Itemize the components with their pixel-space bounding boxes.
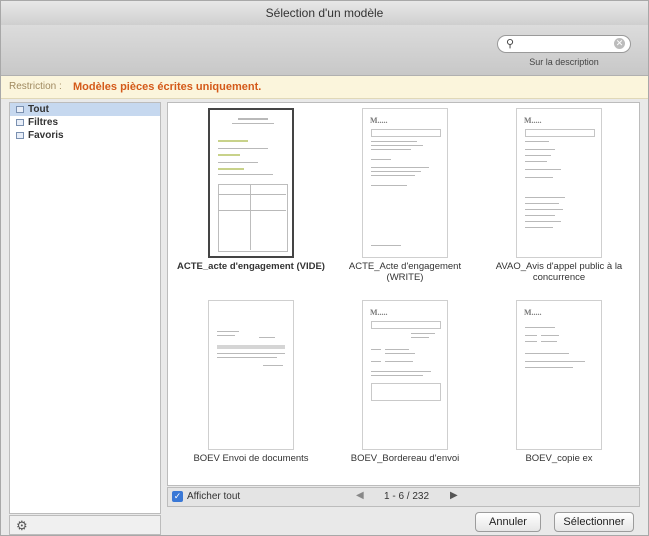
template-label: AVAO_Avis d'appel public à la concurrenc… — [495, 261, 623, 283]
previous-page-icon[interactable]: ◀ — [356, 490, 364, 501]
sidebar-actions: ⚙ — [9, 515, 161, 535]
template-tile[interactable]: M..... BOEV_Bordereau d'envoi — [330, 295, 480, 485]
template-thumbnail[interactable]: M..... — [516, 300, 602, 450]
template-thumbnail[interactable] — [208, 300, 294, 450]
sidebar-item-label: Filtres — [28, 117, 59, 128]
sidebar-item-filtres[interactable]: Filtres — [10, 116, 160, 129]
template-grid: ACTE_acte d'engagement (VIDE) M..... ACT… — [167, 102, 640, 486]
clear-search-icon[interactable]: ✕ — [614, 38, 625, 49]
restriction-label: Restriction : — [9, 81, 62, 92]
search-field[interactable]: ⚲ ✕ — [497, 35, 631, 53]
grid-footer: ✓ Afficher tout ◀ 1 - 6 / 232 ▶ — [167, 487, 640, 507]
next-page-icon[interactable]: ▶ — [450, 490, 458, 501]
template-thumbnail[interactable]: M..... — [362, 300, 448, 450]
search-icon: ⚲ — [506, 38, 515, 50]
window-title: Sélection d'un modèle — [1, 1, 648, 26]
template-tile[interactable]: ACTE_acte d'engagement (VIDE) — [176, 103, 326, 293]
template-tile[interactable]: M..... AVAO_Avis d'appel public à la con… — [484, 103, 634, 293]
template-tile[interactable]: M..... BOEV_copie ex — [484, 295, 634, 485]
sidebar-item-favoris[interactable]: Favoris — [10, 129, 160, 142]
sidebar-item-tout[interactable]: Tout — [10, 103, 160, 116]
search-scope-label: Sur la description — [529, 57, 599, 67]
template-tile[interactable]: BOEV Envoi de documents — [176, 295, 326, 485]
template-label: ACTE_Acte d'engagement (WRITE) — [348, 261, 462, 283]
pagination-text: 1 - 6 / 232 — [384, 491, 430, 502]
toolbar: ⚲ ✕ Sur la description — [1, 25, 648, 76]
template-label: BOEV Envoi de documents — [193, 453, 309, 464]
folder-icon — [16, 119, 24, 126]
sidebar-item-label: Favoris — [28, 130, 64, 141]
template-label: BOEV_Bordereau d'envoi — [350, 453, 460, 464]
restriction-text: Modèles pièces écrites uniquement. — [73, 81, 262, 93]
template-tile[interactable]: M..... ACTE_Acte d'engagement (WRITE) — [330, 103, 480, 293]
folder-icon — [16, 132, 24, 139]
template-label: ACTE_acte d'engagement (VIDE) — [177, 261, 325, 272]
template-thumbnail[interactable]: M..... — [516, 108, 602, 258]
template-selection-dialog: Sélection d'un modèle ⚲ ✕ Sur la descrip… — [0, 0, 649, 536]
sidebar-item-label: Tout — [28, 104, 49, 115]
select-button[interactable]: Sélectionner — [554, 512, 634, 532]
folder-icon — [16, 106, 24, 113]
restriction-bar: Restriction : Modèles pièces écrites uni… — [1, 76, 648, 99]
filter-sidebar: Tout Filtres Favoris — [9, 102, 161, 514]
template-thumbnail[interactable] — [208, 108, 294, 258]
show-all-checkbox[interactable]: ✓ — [172, 491, 183, 502]
template-thumbnail[interactable]: M..... — [362, 108, 448, 258]
template-label: BOEV_copie ex — [525, 453, 593, 464]
cancel-button[interactable]: Annuler — [475, 512, 541, 532]
show-all-label: Afficher tout — [187, 491, 241, 502]
gear-icon[interactable]: ⚙ — [16, 518, 28, 534]
